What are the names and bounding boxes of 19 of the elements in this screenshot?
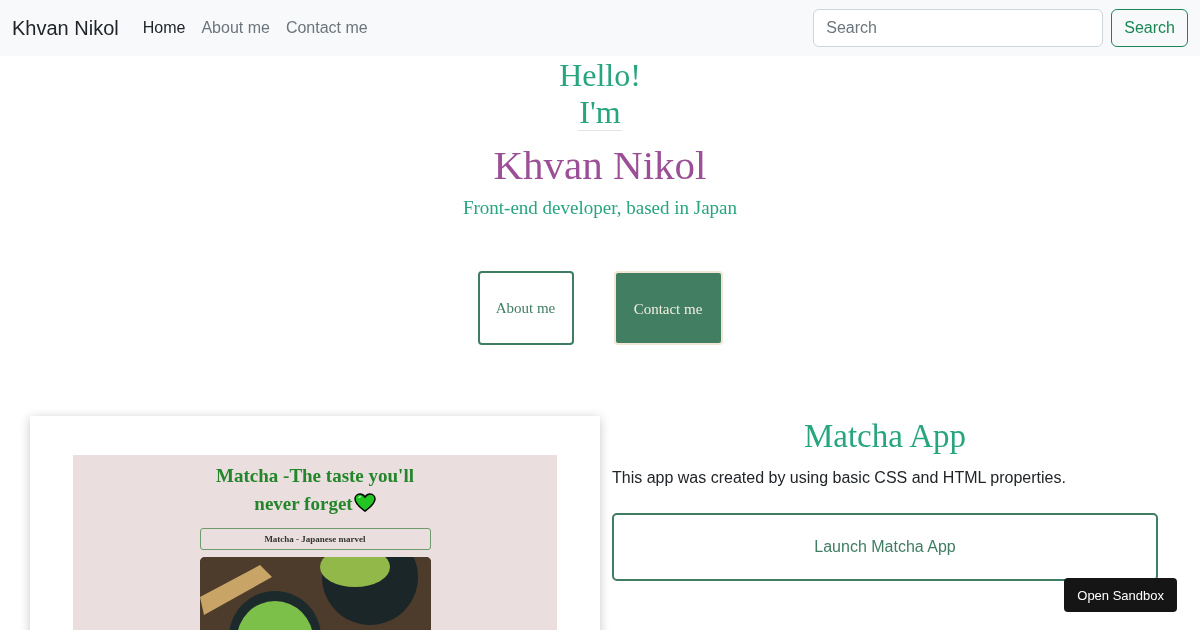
preview-heading: Matcha -The taste you'll never forget — [215, 464, 415, 516]
heart-icon — [353, 493, 376, 513]
search-button[interactable]: Search — [1111, 9, 1188, 47]
name-heading: Khvan Nikol — [493, 141, 707, 190]
search-field[interactable]: Search — [813, 9, 1104, 47]
nav-link[interactable]: Home — [134, 11, 194, 45]
preview-banner: Matcha - Japanese marvel — [199, 528, 431, 551]
about-button[interactable]: About me — [477, 271, 574, 345]
nav-link[interactable]: About me — [193, 11, 278, 45]
greeting-text: Hello! — [559, 56, 641, 94]
project-title: Matcha App — [803, 418, 967, 455]
project-description: This app was created by using basic CSS and HTML properties. — [612, 469, 1066, 487]
tagline-text: Front-end developer, based in Japan — [462, 197, 738, 219]
open-sandbox-button[interactable]: Open Sandbox — [1064, 578, 1177, 612]
launch-button[interactable]: Launch Matcha App — [612, 513, 1158, 581]
contact-button[interactable]: Contact me — [613, 271, 723, 345]
intro-text: I'm — [578, 94, 622, 131]
brand-link[interactable]: Khvan Nikol — [12, 16, 119, 40]
nav-link[interactable]: Contact me — [277, 11, 376, 45]
